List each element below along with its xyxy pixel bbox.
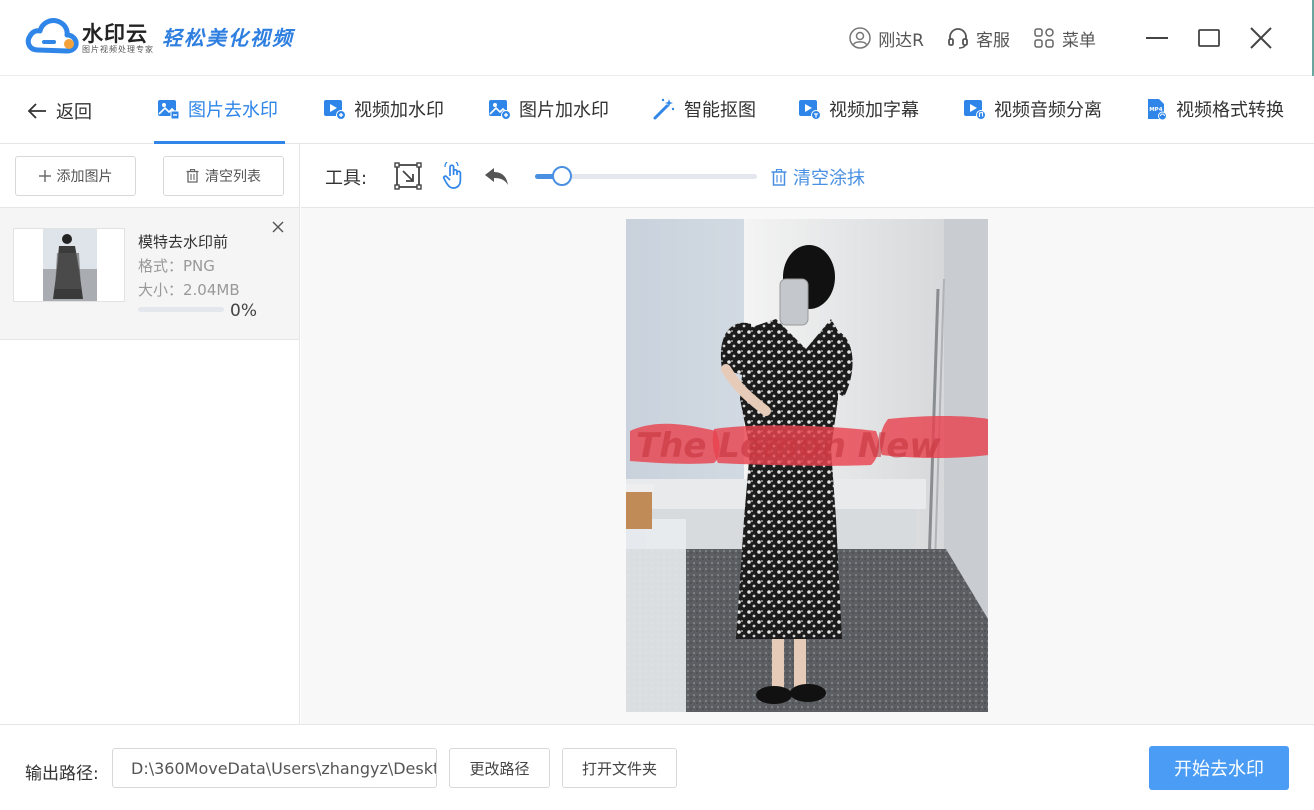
menu-button[interactable]: 菜单 bbox=[1032, 26, 1096, 51]
tools-label: 工具: bbox=[325, 168, 368, 189]
open-folder-label: 打开文件夹 bbox=[581, 759, 657, 778]
add-image-label: 添加图片 bbox=[56, 169, 113, 185]
tab-image-add-watermark[interactable]: 图片加水印 bbox=[487, 96, 609, 122]
magic-wand-icon bbox=[653, 98, 675, 120]
close-window-button[interactable] bbox=[1248, 25, 1274, 51]
output-path-label: 输出路径: bbox=[25, 764, 99, 784]
open-folder-button[interactable]: 打开文件夹 bbox=[562, 748, 677, 788]
tab-label: 图片加水印 bbox=[519, 100, 609, 121]
tab-label: 智能抠图 bbox=[684, 100, 756, 121]
minimize-icon bbox=[1146, 37, 1168, 39]
output-path-input[interactable]: D:\360MoveData\Users\zhangyz\Desktop bbox=[112, 748, 437, 788]
headset-icon bbox=[948, 28, 968, 49]
grid-menu-icon bbox=[1034, 28, 1054, 48]
tab-video-add-subtitle[interactable]: 视频加字幕 bbox=[797, 96, 919, 122]
editor-toolbar: 工具: 清空涂抹 bbox=[301, 144, 1314, 208]
customer-service-button[interactable]: 客服 bbox=[946, 26, 1010, 51]
user-account-button[interactable]: 刚达R bbox=[848, 26, 924, 51]
trash-icon bbox=[771, 168, 787, 186]
tab-image-remove-watermark[interactable]: 图片去水印 bbox=[156, 96, 278, 122]
tab-label: 视频格式转换 bbox=[1176, 100, 1284, 121]
start-label: 开始去水印 bbox=[1174, 759, 1264, 780]
brush-size-slider-knob[interactable] bbox=[551, 166, 572, 186]
mp4-icon: MP4 bbox=[1148, 99, 1167, 121]
plus-icon bbox=[38, 170, 51, 182]
output-path-value: D:\360MoveData\Users\zhangyz\Desktop bbox=[131, 758, 437, 778]
footer-bar: 输出路径: D:\360MoveData\Users\zhangyz\Deskt… bbox=[0, 724, 1314, 810]
tab-smart-cutout[interactable]: 智能抠图 bbox=[652, 96, 756, 122]
tab-video-add-watermark[interactable]: 视频加水印 bbox=[322, 96, 444, 122]
minimize-button[interactable] bbox=[1144, 25, 1170, 51]
brand-subtitle: 图片视频处理专家 bbox=[82, 45, 154, 54]
brand-slogan: 轻松美化视频 bbox=[162, 26, 294, 50]
tab-video-format-convert[interactable]: MP4 视频格式转换 bbox=[1144, 96, 1284, 122]
start-remove-watermark-button[interactable]: 开始去水印 bbox=[1149, 746, 1289, 790]
trash-icon bbox=[186, 169, 199, 183]
remove-file-icon[interactable] bbox=[270, 219, 286, 235]
maximize-icon bbox=[1198, 29, 1220, 47]
back-label: 返回 bbox=[56, 102, 92, 123]
select-box-tool-icon[interactable] bbox=[394, 162, 422, 190]
add-image-button[interactable]: 添加图片 bbox=[15, 156, 136, 196]
thumbnail-image bbox=[43, 229, 97, 301]
user-icon bbox=[849, 27, 871, 49]
video-subtitle-icon bbox=[799, 100, 821, 120]
file-progress-bar bbox=[138, 307, 224, 312]
file-progress-percent: 0% bbox=[230, 301, 257, 321]
maximize-button[interactable] bbox=[1196, 25, 1222, 51]
file-list-sidebar: 添加图片 清空列表 模特去水印前 格式：PNG 大小：2.04MB 0% bbox=[0, 144, 300, 724]
tab-label: 视频加水印 bbox=[354, 100, 444, 121]
back-button[interactable]: 返回 bbox=[26, 98, 92, 124]
close-icon bbox=[1250, 27, 1272, 49]
arrow-left-icon bbox=[27, 103, 46, 119]
menu-label: 菜单 bbox=[1062, 30, 1096, 51]
editor-area: 工具: 清空涂抹 The Lemon New bbox=[301, 144, 1314, 724]
clear-list-label: 清空列表 bbox=[205, 169, 261, 185]
tab-label: 视频加字幕 bbox=[829, 100, 919, 121]
tab-label: 视频音频分离 bbox=[994, 100, 1102, 121]
file-format: 格式：PNG bbox=[138, 257, 215, 275]
user-name: 刚达R bbox=[878, 30, 924, 51]
file-name: 模特去水印前 bbox=[138, 233, 229, 251]
file-thumbnail bbox=[13, 228, 125, 302]
image-add-icon bbox=[489, 100, 511, 120]
image-icon bbox=[158, 100, 180, 120]
change-path-label: 更改路径 bbox=[469, 759, 530, 778]
hand-tool-icon[interactable] bbox=[439, 162, 467, 190]
video-audio-icon bbox=[964, 100, 986, 120]
file-size: 大小：2.04MB bbox=[138, 281, 240, 299]
cloud-logo-icon bbox=[25, 18, 79, 54]
customer-service-label: 客服 bbox=[976, 30, 1010, 51]
clear-list-button[interactable]: 清空列表 bbox=[163, 156, 284, 196]
undo-icon[interactable] bbox=[483, 162, 511, 190]
title-bar-actions: 刚达R 客服 菜单 bbox=[848, 22, 1274, 54]
feature-nav-bar: 返回 图片去水印 视频加水印 图片加水印 智能抠图 视频加字幕 视频音频分离 M… bbox=[0, 76, 1314, 144]
watermark-text: The Lemon New bbox=[636, 426, 941, 466]
clear-paint-button[interactable]: 清空涂抹 bbox=[771, 164, 865, 190]
editing-canvas-image[interactable]: The Lemon New bbox=[626, 219, 988, 712]
tab-video-audio-separate[interactable]: 视频音频分离 bbox=[962, 96, 1102, 122]
change-path-button[interactable]: 更改路径 bbox=[449, 748, 550, 788]
title-bar: 水印云 图片视频处理专家 轻松美化视频 刚达R 客服 菜单 bbox=[0, 0, 1314, 76]
clear-paint-label: 清空涂抹 bbox=[793, 168, 865, 189]
video-add-icon bbox=[324, 100, 346, 120]
tab-label: 图片去水印 bbox=[188, 100, 278, 121]
